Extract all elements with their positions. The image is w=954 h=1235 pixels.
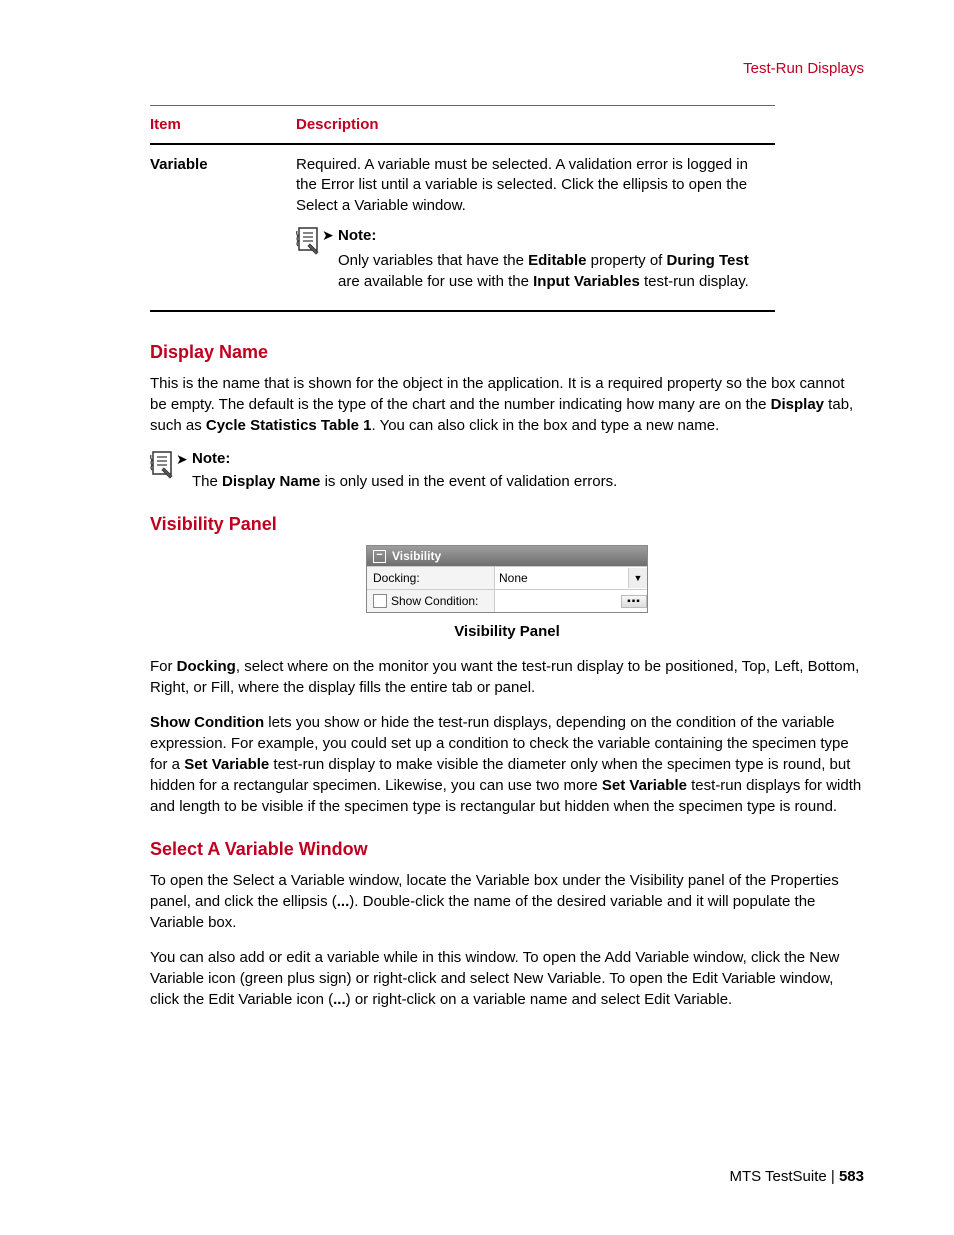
page-footer: MTS TestSuite | 583 [729, 1168, 864, 1185]
footer-product: MTS TestSuite [729, 1168, 826, 1185]
docking-select[interactable]: None [495, 568, 628, 588]
note-icon: ➤ [296, 226, 330, 256]
note-body: Only variables that have the Editable pr… [338, 250, 769, 292]
select-variable-paragraph-1: To open the Select a Variable window, lo… [150, 870, 864, 933]
properties-table: Item Description Variable Required. A va… [150, 105, 775, 312]
note-block: ➤ Note: Only variables that have the Edi… [296, 226, 769, 292]
note-arrow-icon: ➤ [176, 452, 188, 466]
display-name-paragraph: This is the name that is shown for the o… [150, 373, 864, 436]
ellipsis-button[interactable]: ▪▪▪ [621, 595, 647, 608]
collapse-icon[interactable]: − [373, 550, 386, 563]
visibility-panel-figure: − Visibility Docking: None ▼ Show Condit… [366, 545, 648, 613]
show-condition-row: Show Condition: ▪▪▪ [367, 589, 647, 612]
figure-caption: Visibility Panel [150, 623, 864, 640]
table-cell-description: Required. A variable must be selected. A… [296, 144, 775, 311]
footer-page-number: 583 [839, 1168, 864, 1185]
show-condition-checkbox[interactable] [373, 594, 387, 608]
variable-description-text: Required. A variable must be selected. A… [296, 156, 748, 214]
docking-row: Docking: None ▼ [367, 566, 647, 589]
dropdown-icon[interactable]: ▼ [628, 568, 647, 588]
visibility-panel-header[interactable]: − Visibility [367, 546, 647, 566]
select-variable-paragraph-2: You can also add or edit a variable whil… [150, 947, 864, 1010]
docking-paragraph: For Docking, select where on the monitor… [150, 656, 864, 698]
note-arrow-icon: ➤ [322, 228, 334, 242]
heading-visibility-panel: Visibility Panel [150, 514, 864, 535]
heading-display-name: Display Name [150, 342, 864, 363]
note-block: ➤ Note: The Display Name is only used in… [150, 450, 864, 492]
header-section: Test-Run Displays [150, 60, 864, 77]
docking-label: Docking: [367, 567, 495, 589]
table-cell-item: Variable [150, 144, 296, 311]
heading-select-variable: Select A Variable Window [150, 839, 864, 860]
show-condition-input[interactable] [495, 595, 621, 608]
visibility-panel-title: Visibility [392, 549, 441, 563]
note-title: Note: [192, 450, 864, 467]
table-row: Variable Required. A variable must be se… [150, 144, 775, 311]
show-condition-label: Show Condition: [391, 594, 478, 608]
show-condition-paragraph: Show Condition lets you show or hide the… [150, 712, 864, 817]
table-header-description: Description [296, 106, 775, 145]
note-icon: ➤ [150, 450, 184, 480]
note-title: Note: [338, 226, 769, 246]
table-header-item: Item [150, 106, 296, 145]
note-body: The Display Name is only used in the eve… [192, 471, 864, 492]
